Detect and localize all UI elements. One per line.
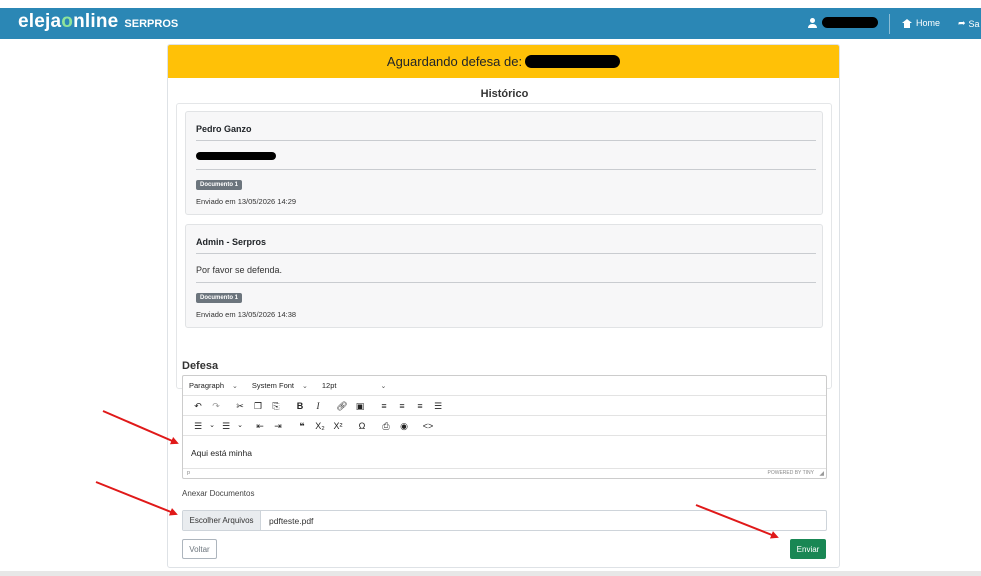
brand-logo: elejaonline	[18, 11, 119, 32]
back-button[interactable]: Voltar	[182, 539, 217, 559]
image-icon[interactable]: ▣	[351, 396, 369, 416]
message-divider	[196, 140, 816, 141]
message-author: Pedro Ganzo	[196, 124, 252, 134]
cut-icon[interactable]: ✂	[231, 396, 249, 416]
chevron-down-icon[interactable]: ⌄	[207, 416, 217, 436]
editor-toolbar-row: ↶ ↷ ✂ ❐ ⎘ B I 🔗︎ ▣ ≡ ≡ ≡ ☰	[183, 396, 826, 416]
bottom-scroll-bar	[0, 571, 981, 576]
brand[interactable]: elejaonline SERPROS	[18, 11, 178, 33]
editor-toolbar-row: ☰ ⌄ ☰ ⌄ ⇤ ⇥ ❝ X₂ X² Ω ⎙ ◉ <>	[183, 416, 826, 436]
chevron-down-icon: ⌄	[380, 382, 387, 390]
defense-card: Aguardando defesa de: Histórico Pedro Ga…	[167, 44, 840, 568]
align-left-icon[interactable]: ≡	[375, 396, 393, 416]
nav-exit-link[interactable]: ➦ Sa	[958, 18, 980, 29]
message-date: Enviado em 13/05/2026 14:29	[196, 197, 297, 206]
editor-statusbar: p POWERED BY TINY ◢	[183, 468, 826, 478]
undo-icon[interactable]: ↶	[189, 396, 207, 416]
outdent-icon[interactable]: ⇤	[251, 416, 269, 436]
history-title: Histórico	[480, 88, 529, 100]
redacted-message-text	[196, 152, 276, 160]
redacted-username	[822, 17, 878, 28]
align-right-icon[interactable]: ≡	[411, 396, 429, 416]
preview-icon[interactable]: ◉	[395, 416, 413, 436]
message-divider	[196, 169, 816, 170]
paste-icon[interactable]: ⎘	[267, 396, 285, 416]
rich-text-editor: Paragraph ⌄ System Font ⌄ 12pt ⌄ ↶ ↷ ✂ ❐ ⎘ …	[182, 375, 827, 479]
history-message: Admin - Serpros Por favor se defenda. Do…	[185, 224, 823, 328]
history-message: Pedro Ganzo Documento 1 Enviado em 13/05…	[185, 111, 823, 215]
sign-out-icon: ➦	[958, 18, 966, 28]
editor-text: Aqui está minha	[191, 448, 252, 458]
resize-handle-icon[interactable]: ◢	[819, 470, 824, 477]
selected-file-name: pdfteste.pdf	[269, 515, 314, 526]
nav-home-link[interactable]: Home	[902, 18, 940, 28]
font-family-select[interactable]: System Font ⌄	[252, 381, 308, 390]
nav-divider	[889, 14, 890, 34]
card-header-title: Aguardando defesa de:	[386, 54, 523, 69]
source-code-icon[interactable]: <>	[419, 416, 437, 436]
block-format-select[interactable]: Paragraph ⌄	[189, 381, 238, 390]
editor-content-area[interactable]: Aqui está minha	[183, 436, 826, 468]
send-button[interactable]: Enviar	[790, 539, 826, 559]
redo-icon[interactable]: ↷	[207, 396, 225, 416]
powered-by-label[interactable]: POWERED BY TINY	[768, 470, 815, 476]
attach-documents-label: Anexar Documentos	[182, 489, 255, 498]
element-path[interactable]: p	[187, 470, 190, 476]
brand-subtitle: SERPROS	[124, 18, 179, 30]
chevron-down-icon: ⌄	[302, 382, 308, 390]
defense-label: Defesa	[182, 360, 219, 372]
chevron-down-icon: ⌄	[232, 382, 238, 390]
message-divider	[196, 282, 816, 283]
message-divider	[196, 253, 816, 254]
indent-icon[interactable]: ⇥	[269, 416, 287, 436]
print-icon[interactable]: ⎙	[377, 416, 395, 436]
chevron-down-icon[interactable]: ⌄	[235, 416, 245, 436]
message-author: Admin - Serpros	[196, 237, 267, 247]
copy-icon[interactable]: ❐	[249, 396, 267, 416]
link-icon[interactable]: 🔗︎	[333, 396, 351, 416]
subscript-icon[interactable]: X₂	[311, 416, 329, 436]
superscript-icon[interactable]: X²	[329, 416, 347, 436]
bold-icon[interactable]: B	[291, 396, 309, 416]
user-menu[interactable]	[808, 17, 878, 28]
choose-files-button[interactable]: Escolher Arquivos	[183, 511, 261, 530]
card-header: Aguardando defesa de:	[168, 45, 839, 78]
blockquote-icon[interactable]: ❝	[293, 416, 311, 436]
align-center-icon[interactable]: ≡	[393, 396, 411, 416]
home-icon	[902, 18, 912, 28]
editor-menubar: Paragraph ⌄ System Font ⌄ 12pt ⌄	[183, 376, 826, 396]
document-badge[interactable]: Documento 1	[196, 293, 243, 303]
align-justify-icon[interactable]: ☰	[429, 396, 447, 416]
document-badge[interactable]: Documento 1	[196, 180, 243, 190]
message-text: Por favor se defenda.	[196, 265, 283, 275]
top-strip	[0, 0, 981, 8]
special-char-icon[interactable]: Ω	[353, 416, 371, 436]
italic-icon[interactable]: I	[309, 396, 327, 416]
file-input[interactable]: Escolher Arquivos pdfteste.pdf	[182, 510, 827, 531]
history-box: Pedro Ganzo Documento 1 Enviado em 13/05…	[176, 103, 832, 389]
numbered-list-icon[interactable]: ☰	[217, 416, 235, 436]
annotation-arrow	[95, 481, 178, 516]
redacted-name	[525, 55, 621, 68]
bullet-list-icon[interactable]: ☰	[189, 416, 207, 436]
font-size-select[interactable]: 12pt ⌄	[322, 381, 386, 390]
message-date: Enviado em 13/05/2026 14:38	[196, 310, 297, 319]
annotation-arrow	[102, 410, 179, 445]
navbar: elejaonline SERPROS Home ➦ Sa	[0, 8, 981, 39]
user-icon	[808, 17, 818, 28]
